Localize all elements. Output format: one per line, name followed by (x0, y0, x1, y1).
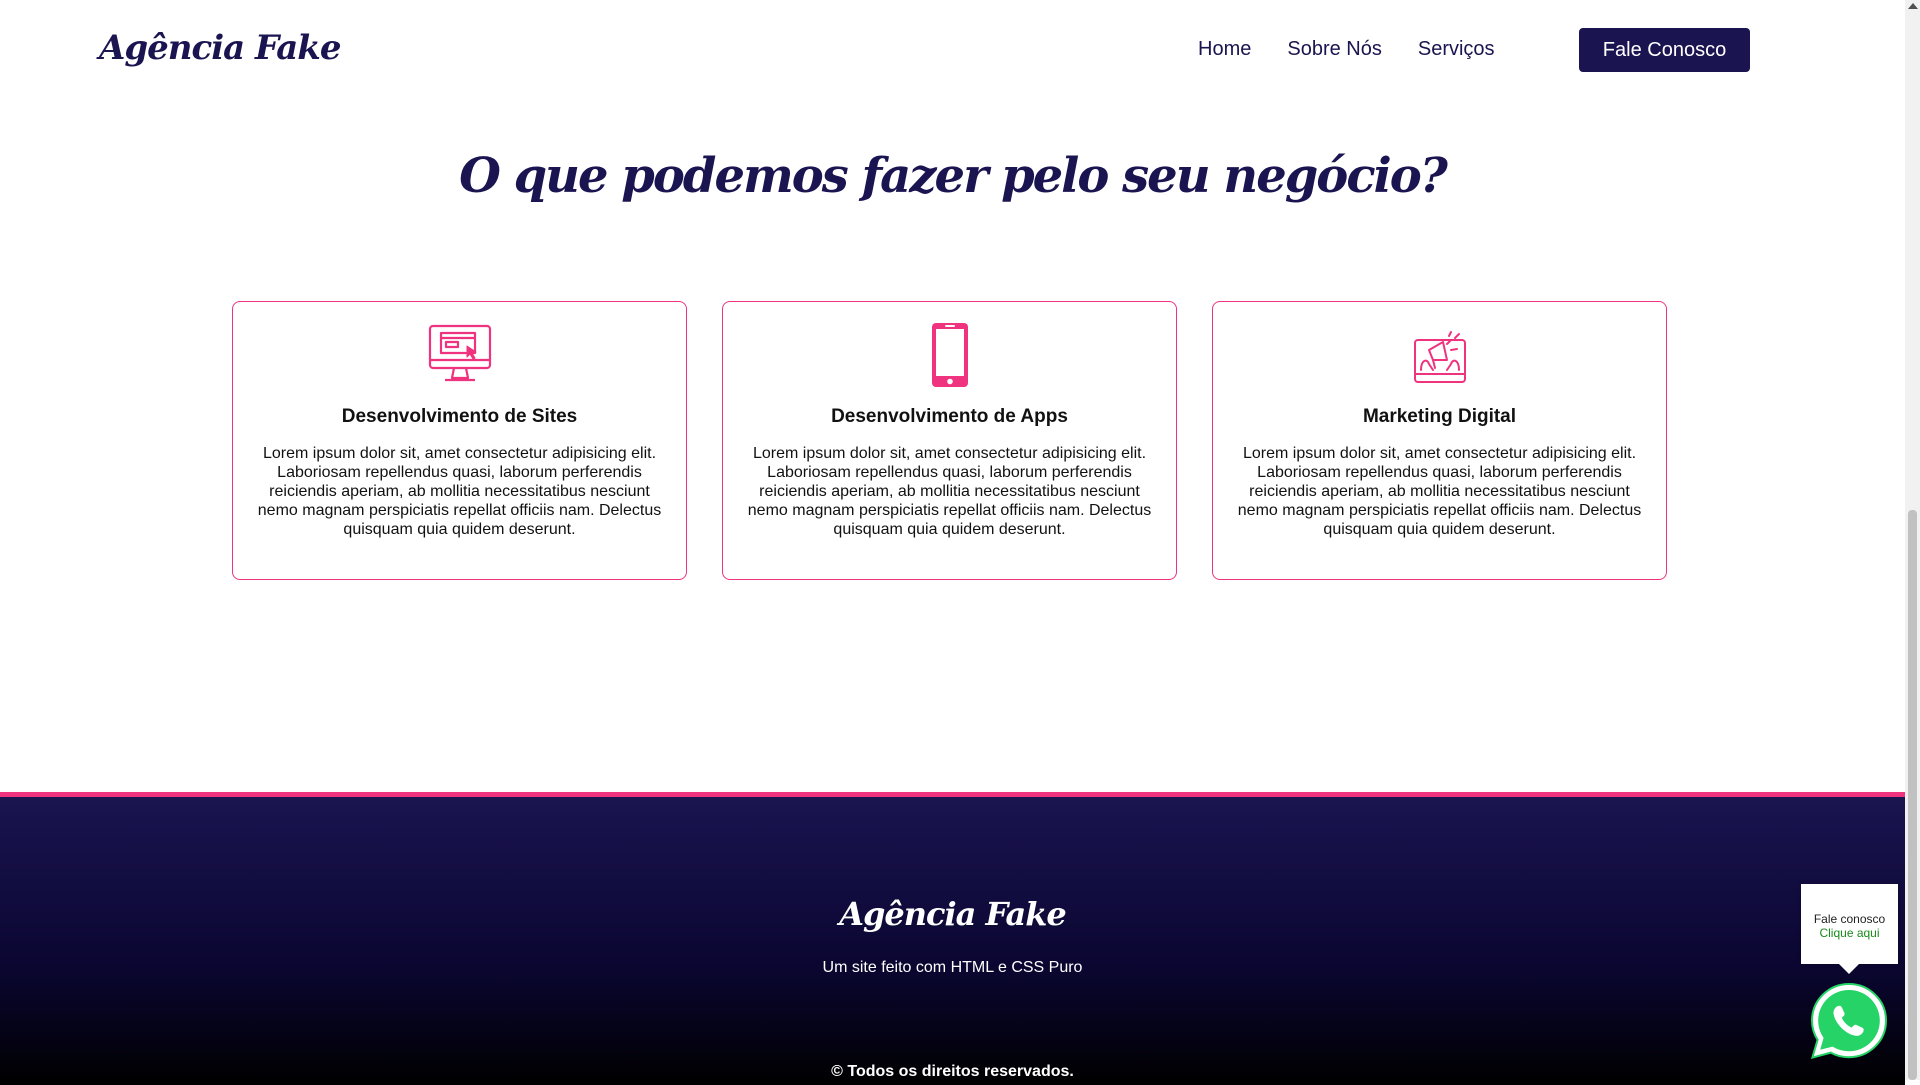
service-card-sites: Desenvolvimento de Sites Lorem ipsum dol… (232, 301, 687, 580)
services-cards: Desenvolvimento de Sites Lorem ipsum dol… (232, 301, 1667, 580)
scroll-up-arrow-icon[interactable] (1908, 3, 1918, 9)
service-card-title: Desenvolvimento de Apps (831, 406, 1068, 427)
service-card-apps: Desenvolvimento de Apps Lorem ipsum dolo… (722, 301, 1177, 580)
site-logo[interactable]: Agência Fake (99, 28, 341, 68)
nav-link-sobre-nos[interactable]: Sobre Nós (1287, 38, 1382, 61)
smartphone-icon (917, 322, 983, 388)
footer-logo: Agência Fake (839, 895, 1067, 933)
scrollbar-thumb[interactable] (1908, 510, 1917, 1080)
whatsapp-tooltip-link[interactable]: Clique aqui (1801, 926, 1898, 940)
service-card-marketing: Marketing Digital Lorem ipsum dolor sit,… (1212, 301, 1667, 580)
services-title: O que podemos fazer pelo seu negócio? (459, 148, 1448, 204)
whatsapp-icon (1810, 982, 1888, 1060)
nav-link-servicos[interactable]: Serviços (1418, 38, 1495, 61)
footer-subtitle: Um site feito com HTML e CSS Puro (822, 959, 1083, 976)
service-card-text: Lorem ipsum dolor sit, amet consectetur … (747, 445, 1152, 538)
nav-link-home[interactable]: Home (1198, 38, 1251, 61)
service-card-text: Lorem ipsum dolor sit, amet consectetur … (257, 445, 662, 538)
service-card-text: Lorem ipsum dolor sit, amet consectetur … (1237, 445, 1642, 538)
whatsapp-button[interactable] (1808, 980, 1890, 1062)
service-card-title: Marketing Digital (1362, 406, 1517, 427)
navbar: Agência Fake Home Sobre Nós Serviços Fal… (0, 0, 1905, 100)
main-nav: Home Sobre Nós Serviços (1198, 38, 1495, 61)
whatsapp-tooltip-title: Fale conosco (1813, 912, 1886, 926)
service-card-title: Desenvolvimento de Sites (341, 406, 578, 427)
fale-conosco-button[interactable]: Fale Conosco (1579, 28, 1750, 72)
footer: Agência Fake Um site feito com HTML e CS… (0, 792, 1905, 1085)
whatsapp-tooltip[interactable]: Fale conosco Clique aqui (1801, 884, 1898, 974)
megaphone-icon (1407, 322, 1473, 388)
page-scrollbar[interactable] (1905, 0, 1920, 1080)
footer-copyright: © Todos os direitos reservados. (831, 1063, 1074, 1080)
monitor-icon (427, 322, 493, 388)
